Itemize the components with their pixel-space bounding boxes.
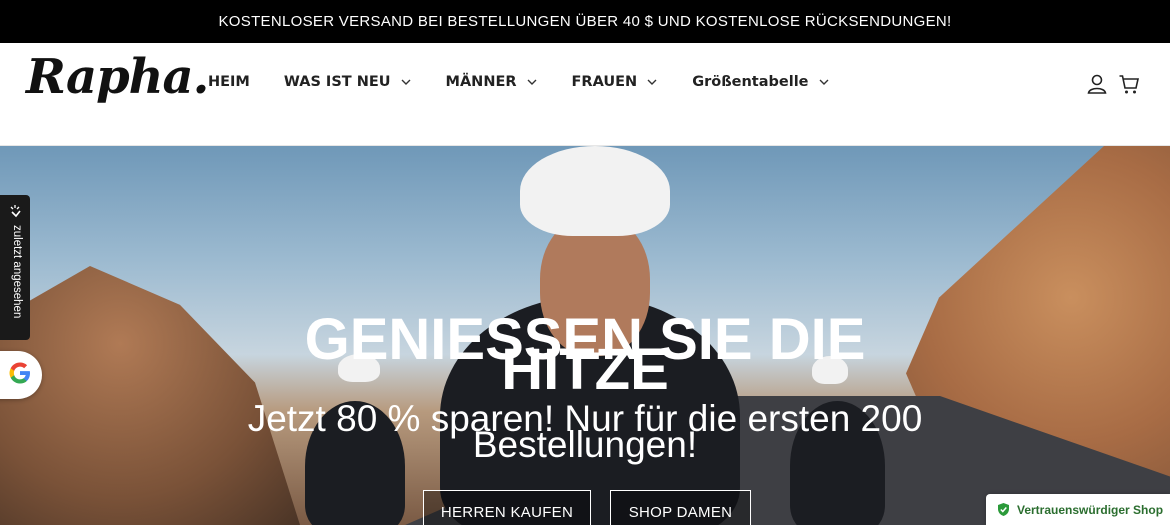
main-nav: HEIM WAS IST NEU MÄNNER FRAUEN Größentab… <box>208 74 864 90</box>
chevron-down-icon <box>818 76 830 88</box>
nav-label: HEIM <box>208 74 250 90</box>
logo[interactable]: Rapha. <box>26 49 209 105</box>
cart-icon[interactable] <box>1118 73 1140 95</box>
announcement-text: KOSTENLOSER VERSAND BEI BESTELLUNGEN ÜBE… <box>218 13 952 30</box>
nav-item-groessentabelle[interactable]: Größentabelle <box>692 74 829 90</box>
nav-item-was-ist-neu[interactable]: WAS IST NEU <box>284 74 412 90</box>
nav-label: WAS IST NEU <box>283 74 391 90</box>
header-icons <box>1086 73 1140 95</box>
shop-men-button[interactable]: HERREN KAUFEN <box>423 490 591 525</box>
chevron-down-icon <box>526 76 538 88</box>
trust-badge[interactable]: Vertrauenswürdiger Shop <box>986 494 1170 525</box>
account-icon[interactable] <box>1086 73 1108 95</box>
trust-badge-label: Vertrauenswürdiger Shop <box>1017 502 1164 517</box>
recently-viewed-label: zuletzt angesehen <box>11 225 23 319</box>
site-header: Rapha. HEIM WAS IST NEU MÄNNER FRAUEN Gr… <box>0 43 1170 146</box>
nav-item-maenner[interactable]: MÄNNER <box>446 74 538 90</box>
nav-label: Größentabelle <box>692 74 809 90</box>
google-icon <box>6 359 34 392</box>
shop-women-button[interactable]: SHOP DAMEN <box>610 490 751 525</box>
hero-banner: GENIESSEN SIE DIE HITZE Jetzt 80 % spare… <box>0 146 1170 525</box>
nav-item-heim[interactable]: HEIM <box>208 74 250 90</box>
hero-subtitle-line2: Bestellungen! <box>472 424 698 465</box>
nav-label: MÄNNER <box>445 74 517 90</box>
chevron-down-icon <box>646 76 658 88</box>
recently-viewed-icon <box>7 203 23 219</box>
nav-item-frauen[interactable]: FRAUEN <box>572 74 659 90</box>
hero-rider-helmet <box>520 146 670 236</box>
nav-label: FRAUEN <box>571 74 638 90</box>
announcement-bar: KOSTENLOSER VERSAND BEI BESTELLUNGEN ÜBE… <box>0 0 1170 43</box>
recently-viewed-tab[interactable]: zuletzt angesehen <box>0 195 30 340</box>
hero-title-line2: HITZE <box>501 337 669 402</box>
chevron-down-icon <box>400 76 412 88</box>
shield-check-icon <box>996 502 1011 517</box>
